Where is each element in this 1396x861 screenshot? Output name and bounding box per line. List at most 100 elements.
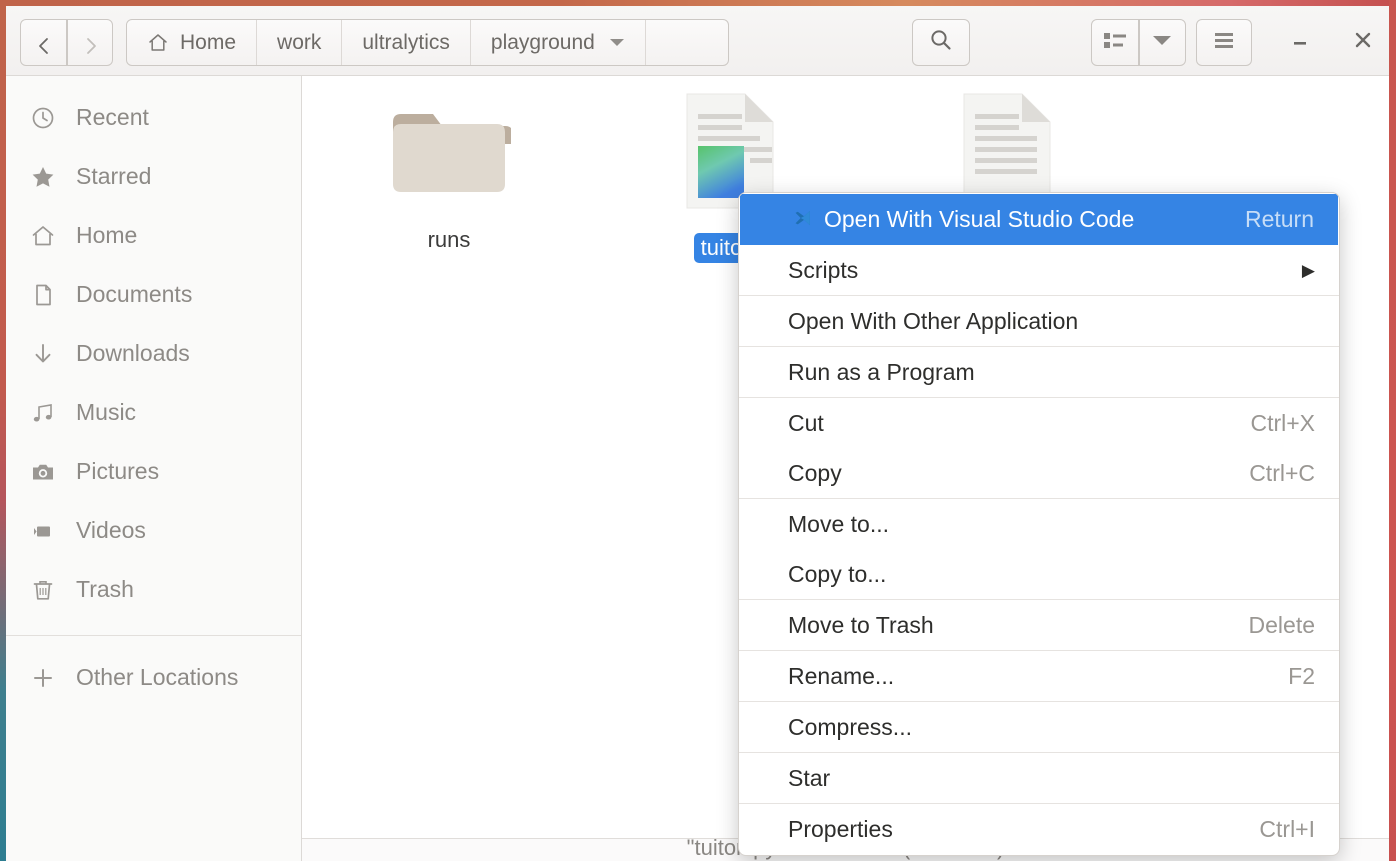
- list-view-button[interactable]: [1091, 19, 1139, 66]
- home-icon: [28, 223, 58, 249]
- breadcrumb-item-ultralytics[interactable]: ultralytics: [342, 20, 471, 65]
- menu-item-open-with-other-application[interactable]: Open With Other Application: [739, 296, 1339, 346]
- menu-item-label: Star: [788, 764, 831, 791]
- sidebar-item-starred[interactable]: Starred: [6, 147, 301, 206]
- menu-item-accelerator: Return: [1244, 206, 1314, 232]
- menu-item-accelerator: F2: [1288, 662, 1315, 689]
- document-icon: [28, 282, 58, 308]
- chevron-right-icon: [83, 36, 97, 54]
- menu-item-accelerator: Delete: [1248, 611, 1315, 638]
- file-label: runs: [427, 227, 471, 252]
- sidebar-item-pictures[interactable]: Pictures: [6, 442, 301, 501]
- breadcrumb-item-work[interactable]: work: [257, 20, 343, 65]
- menu-item-label: Rename...: [788, 662, 895, 689]
- forward-button[interactable]: [66, 19, 113, 66]
- sidebar-item-label: Starred: [76, 163, 152, 189]
- minimize-button[interactable]: [1277, 19, 1323, 66]
- sidebar-item-music[interactable]: Music: [6, 383, 301, 442]
- chevron-down-icon: [609, 37, 625, 48]
- menu-item-open-with-vscode[interactable]: Open With Visual Studio Code Return: [740, 194, 1338, 245]
- submenu-arrow-icon: ▶: [1301, 260, 1315, 280]
- sidebar-item-trash[interactable]: Trash: [6, 560, 301, 619]
- navigation-buttons: [20, 19, 113, 66]
- breadcrumb-label: playground: [490, 30, 595, 54]
- context-menu[interactable]: Open With Visual Studio Code Return Scri…: [738, 192, 1340, 856]
- chevron-left-icon: [36, 36, 50, 54]
- download-arrow-icon: [28, 341, 58, 367]
- breadcrumb-item-playground[interactable]: playground: [471, 20, 646, 65]
- menu-item-move-to[interactable]: Move to...: [739, 499, 1339, 549]
- header-bar: Home work ultralytics playground: [6, 6, 1389, 76]
- main-menu-button[interactable]: [1196, 19, 1252, 66]
- menu-item-star[interactable]: Star: [739, 753, 1339, 803]
- menu-item-rename[interactable]: Rename... F2: [739, 651, 1339, 701]
- sidebar-item-label: Pictures: [76, 458, 160, 484]
- menu-item-label: Open With Visual Studio Code: [824, 206, 1135, 232]
- close-icon: [1351, 28, 1375, 57]
- home-icon: [147, 32, 169, 54]
- menu-item-move-to-trash[interactable]: Move to Trash Delete: [739, 600, 1339, 650]
- sidebar-divider: [6, 635, 301, 636]
- breadcrumb: Home work ultralytics playground: [126, 19, 729, 66]
- music-note-icon: [28, 400, 58, 426]
- menu-item-accelerator: Ctrl+X: [1250, 409, 1315, 436]
- hamburger-menu-icon: [1212, 30, 1236, 55]
- breadcrumb-label: work: [277, 30, 322, 54]
- sidebar-item-label: Downloads: [76, 340, 190, 366]
- sidebar-item-recent[interactable]: Recent: [6, 88, 301, 147]
- clock-icon: [28, 105, 58, 131]
- sidebar-item-downloads[interactable]: Downloads: [6, 324, 301, 383]
- menu-item-label: Move to...: [788, 510, 889, 537]
- menu-item-label: Copy: [788, 459, 842, 486]
- menu-item-label: Run as a Program: [788, 358, 975, 385]
- sidebar: Recent Starred Home Documents Downloads …: [6, 76, 302, 861]
- sidebar-item-label: Videos: [76, 517, 146, 543]
- sidebar-item-documents[interactable]: Documents: [6, 265, 301, 324]
- vscode-icon: [790, 208, 814, 232]
- sidebar-item-label: Music: [76, 399, 137, 425]
- menu-item-label: Copy to...: [788, 560, 887, 587]
- menu-item-properties[interactable]: Properties Ctrl+I: [739, 804, 1339, 854]
- breadcrumb-label: ultralytics: [362, 30, 450, 54]
- menu-item-copy-to[interactable]: Copy to...: [739, 549, 1339, 599]
- chevron-down-icon: [1152, 34, 1172, 52]
- sidebar-item-label: Other Locations: [76, 664, 239, 690]
- video-camera-icon: [28, 518, 58, 544]
- file-manager-window: Home work ultralytics playground Recent …: [0, 0, 1396, 861]
- menu-item-label: Properties: [788, 815, 893, 842]
- plus-icon: [28, 665, 58, 691]
- breadcrumb-item-home[interactable]: Home: [127, 20, 258, 65]
- sidebar-item-other-locations[interactable]: Other Locations: [6, 648, 301, 707]
- star-icon: [28, 164, 58, 190]
- file-item-runs[interactable]: runs: [364, 96, 534, 255]
- menu-item-accelerator: Ctrl+C: [1249, 459, 1315, 486]
- trash-icon: [28, 577, 58, 603]
- menu-item-label: Scripts: [788, 256, 859, 283]
- breadcrumb-empty-slot[interactable]: [646, 20, 728, 65]
- menu-item-run-as-a-program[interactable]: Run as a Program: [739, 347, 1339, 397]
- breadcrumb-label: Home: [180, 30, 237, 54]
- list-view-icon: [1102, 30, 1128, 55]
- sidebar-item-label: Recent: [76, 104, 149, 130]
- search-button[interactable]: [912, 19, 970, 66]
- menu-item-compress[interactable]: Compress...: [739, 702, 1339, 752]
- sidebar-item-label: Trash: [76, 576, 134, 602]
- menu-item-copy[interactable]: Copy Ctrl+C: [739, 448, 1339, 498]
- menu-item-scripts[interactable]: Scripts ▶: [739, 245, 1339, 295]
- minimize-icon: [1289, 29, 1311, 56]
- window-inner: Home work ultralytics playground Recent …: [6, 6, 1389, 861]
- sidebar-item-videos[interactable]: Videos: [6, 501, 301, 560]
- menu-item-label: Open With Other Application: [788, 307, 1079, 334]
- menu-item-label: Move to Trash: [788, 611, 934, 638]
- sidebar-item-home[interactable]: Home: [6, 206, 301, 265]
- menu-item-accelerator: Ctrl+I: [1259, 815, 1315, 842]
- window-border-right: [1389, 0, 1396, 861]
- close-button[interactable]: [1340, 19, 1386, 66]
- sidebar-item-label: Home: [76, 222, 138, 248]
- sidebar-item-label: Documents: [76, 281, 193, 307]
- view-controls: [1091, 19, 1186, 66]
- camera-icon: [28, 459, 58, 485]
- view-options-button[interactable]: [1138, 19, 1186, 66]
- back-button[interactable]: [20, 19, 67, 66]
- menu-item-cut[interactable]: Cut Ctrl+X: [739, 398, 1339, 448]
